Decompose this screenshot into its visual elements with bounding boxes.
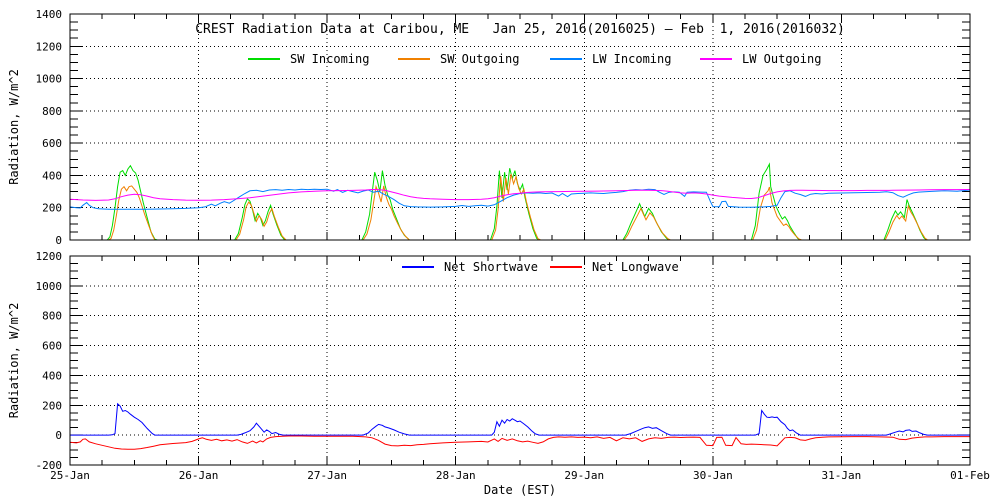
radiation-figure: 0 200 400 600 800 1000 1200 1400 -200 0 200 400 600 8… bbox=[0, 0, 1000, 500]
legend-label-net-longwave: Net Longwave bbox=[592, 260, 679, 274]
series-net-longwave bbox=[69, 435, 970, 450]
y-tick-label: 1000 bbox=[36, 73, 63, 86]
y-tick-label: 200 bbox=[42, 399, 62, 412]
legend-item-sw-incoming: SW Incoming bbox=[248, 52, 369, 66]
y-tick-label: 600 bbox=[42, 137, 62, 150]
y-tick-label: 1400 bbox=[36, 8, 63, 21]
lw-outgoing-line-swatch bbox=[700, 58, 732, 60]
legend-label-lw-incoming: LW Incoming bbox=[592, 52, 672, 66]
legend-item-sw-outgoing: SW Outgoing bbox=[398, 52, 519, 66]
x-tick-label: 30-Jan bbox=[693, 469, 733, 482]
series-net-shortwave bbox=[70, 402, 970, 436]
y-tick-label: 600 bbox=[42, 340, 62, 353]
y-tick-label: 1200 bbox=[36, 250, 63, 263]
y-tick-label: 0 bbox=[55, 429, 62, 442]
x-tick-label: 25-Jan bbox=[50, 469, 90, 482]
x-tick-label: 27-Jan bbox=[307, 469, 347, 482]
legend-item-lw-outgoing: LW Outgoing bbox=[700, 52, 821, 66]
sw-incoming-line-swatch bbox=[248, 58, 280, 60]
y-tick-label: 1200 bbox=[36, 40, 63, 53]
y-tick-label: 1000 bbox=[36, 280, 63, 293]
x-tick-label: 29-Jan bbox=[564, 469, 604, 482]
x-tick-label: 01-Feb bbox=[950, 469, 990, 482]
radiation-components-panel: 0 200 400 600 800 1000 1200 1400 bbox=[36, 8, 971, 247]
legend-label-lw-outgoing: LW Outgoing bbox=[742, 52, 822, 66]
net-radiation-ticks bbox=[69, 255, 971, 466]
radiation-components-gridlines bbox=[70, 14, 970, 240]
legend-item-net-shortwave: Net Shortwave bbox=[402, 260, 538, 274]
net-radiation-gridlines bbox=[70, 256, 970, 465]
legend-label-sw-incoming: SW Incoming bbox=[290, 52, 370, 66]
net-shortwave-line-swatch bbox=[402, 266, 434, 268]
legend-item-net-longwave: Net Longwave bbox=[550, 260, 679, 274]
y-tick-label: 0 bbox=[55, 234, 62, 247]
radiation-components-frame bbox=[69, 13, 971, 241]
x-tick-label: 28-Jan bbox=[436, 469, 476, 482]
x-tick-label: 26-Jan bbox=[179, 469, 219, 482]
top-y-axis-title: Radiation, W/m^2 bbox=[7, 69, 21, 185]
legend-label-sw-outgoing: SW Outgoing bbox=[440, 52, 520, 66]
radiation-components-ticks bbox=[69, 13, 971, 241]
legend-item-lw-incoming: LW Incoming bbox=[550, 52, 671, 66]
x-tick-label: 31-Jan bbox=[822, 469, 862, 482]
y-tick-label: 200 bbox=[42, 202, 62, 215]
chart-canvas: 0200400600800100012001400-20002004006008… bbox=[36, 8, 990, 482]
bottom-y-axis-title: Radiation, W/m^2 bbox=[7, 302, 21, 419]
y-tick-label: 800 bbox=[42, 105, 62, 118]
x-axis-title: Date (EST) bbox=[483, 483, 557, 497]
chart-title: CREST Radiation Data at Caribou, ME Jan … bbox=[195, 22, 845, 37]
lw-incoming-line-swatch bbox=[550, 58, 582, 60]
net-radiation-frame bbox=[69, 255, 971, 466]
legend-label-net-shortwave: Net Shortwave bbox=[444, 260, 538, 274]
sw-outgoing-line-swatch bbox=[398, 58, 430, 60]
y-tick-label: 800 bbox=[42, 310, 62, 323]
net-longwave-line-swatch bbox=[550, 266, 582, 268]
net-radiation-panel: -20002004006008001000120025-Jan 26-Jan 27-… bbox=[36, 250, 990, 482]
y-tick-label: 400 bbox=[42, 169, 62, 182]
y-tick-label: 400 bbox=[42, 369, 62, 382]
